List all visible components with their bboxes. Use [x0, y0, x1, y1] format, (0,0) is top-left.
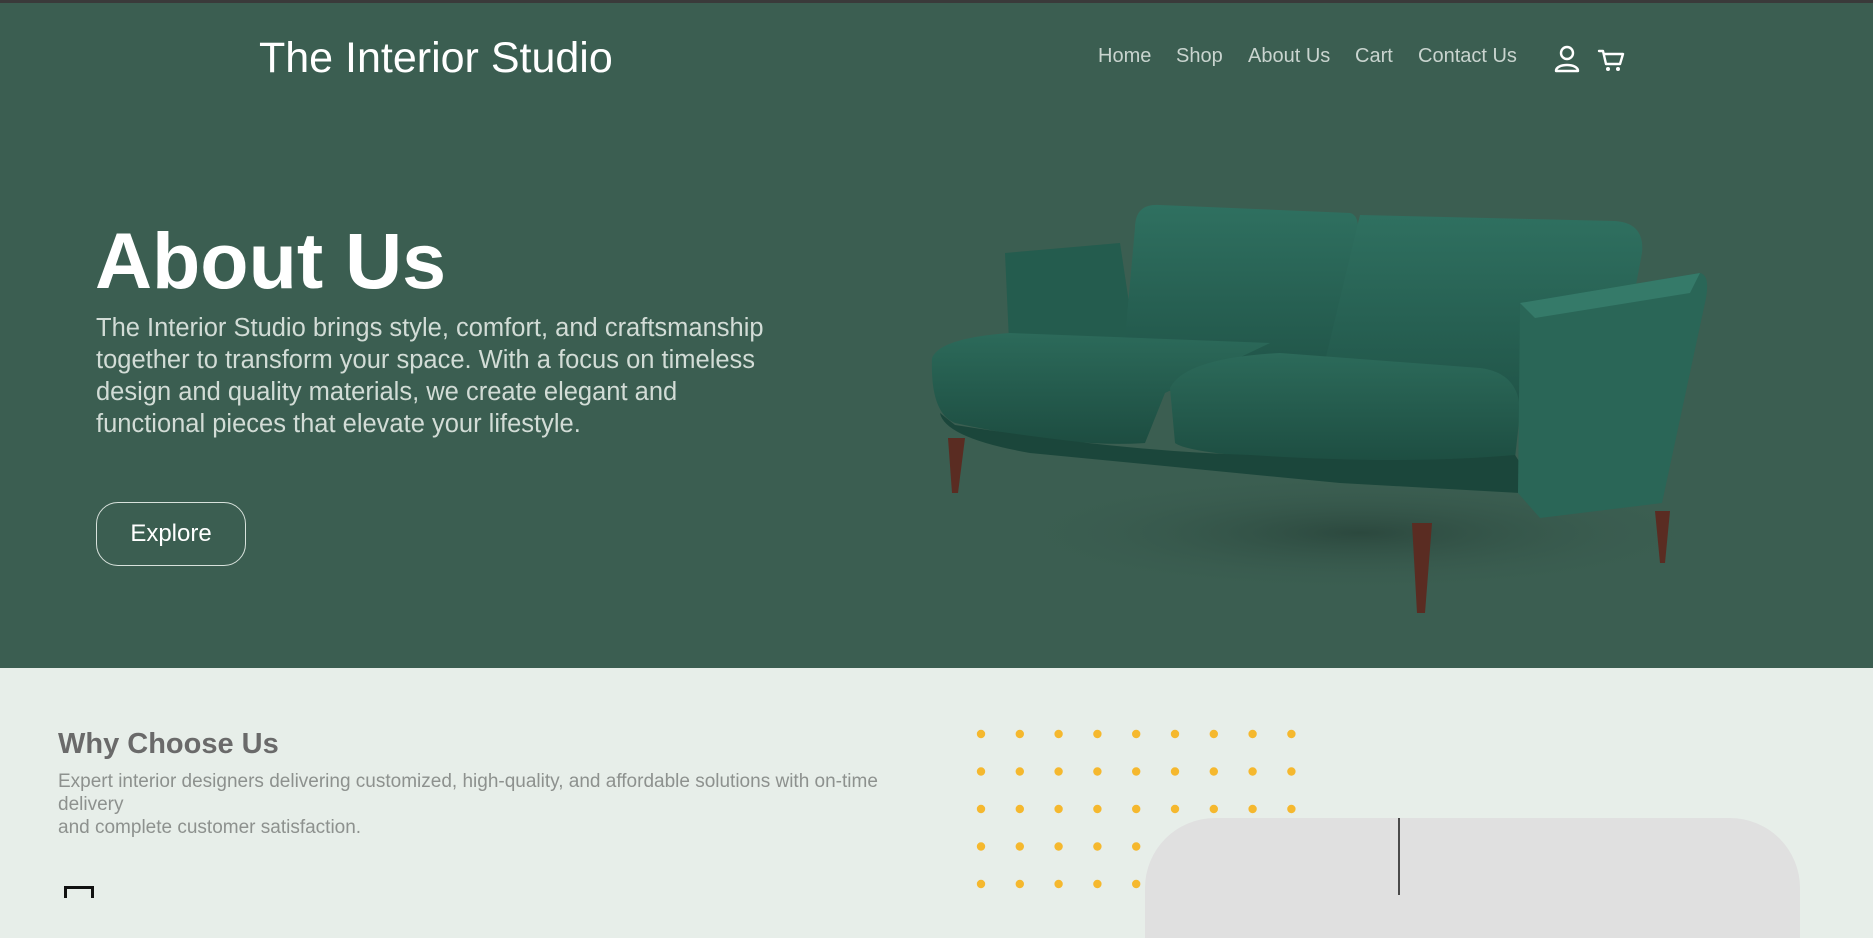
image-card-divider — [1398, 818, 1400, 895]
decorative-dot — [1287, 729, 1296, 739]
decorative-dot — [1170, 767, 1180, 776]
image-card — [1145, 818, 1800, 938]
decorative-dot — [1015, 879, 1024, 889]
decorative-dot — [1132, 804, 1141, 814]
decorative-dot — [1093, 879, 1102, 889]
nav-contact-us[interactable]: Contact Us — [1418, 45, 1517, 68]
decorative-dot — [1054, 729, 1063, 739]
decorative-dot — [976, 729, 986, 739]
nav-about-us[interactable]: About Us — [1248, 45, 1330, 68]
decorative-dot — [1132, 767, 1141, 776]
decorative-dot — [1209, 729, 1218, 739]
decorative-dot — [1015, 729, 1024, 739]
decorative-dot — [1287, 767, 1296, 776]
decorative-dot — [1170, 729, 1180, 739]
decorative-dot — [1248, 767, 1257, 776]
decorative-dot — [976, 767, 986, 776]
explore-button[interactable]: Explore — [96, 502, 246, 566]
decorative-dot — [1287, 804, 1296, 814]
decorative-dot — [1054, 842, 1063, 851]
nav-home[interactable]: Home — [1098, 45, 1151, 68]
decorative-dot — [1248, 804, 1257, 814]
feature-icon — [64, 886, 94, 898]
decorative-dot — [1093, 729, 1102, 739]
decorative-dot — [1209, 767, 1218, 776]
cart-icon[interactable] — [1597, 43, 1625, 75]
decorative-dot — [976, 879, 986, 889]
why-choose-us-description: Expert interior designers delivering cus… — [58, 770, 898, 839]
decorative-dot — [1170, 804, 1180, 814]
why-text-line-2: and complete customer satisfaction. — [58, 817, 362, 838]
hero-section: The Interior Studio Home Shop About Us C… — [0, 3, 1873, 668]
decorative-dot — [1209, 804, 1218, 814]
decorative-dot — [1054, 804, 1063, 814]
decorative-dot — [1015, 804, 1024, 814]
nav-shop[interactable]: Shop — [1176, 45, 1223, 68]
user-icon[interactable] — [1553, 43, 1581, 75]
brand-logo[interactable]: The Interior Studio — [259, 34, 613, 83]
decorative-dot — [1054, 879, 1063, 889]
decorative-dot — [1132, 729, 1141, 739]
sofa-image — [931, 204, 1710, 613]
sofa-leg-front-left — [948, 438, 965, 493]
why-choose-us-title: Why Choose Us — [58, 728, 279, 760]
decorative-dot — [1248, 729, 1257, 739]
decorative-dot — [1132, 879, 1141, 889]
decorative-dot — [1093, 804, 1102, 814]
why-text-line-1: Expert interior designers delivering cus… — [58, 771, 878, 815]
nav-cart[interactable]: Cart — [1355, 45, 1393, 68]
decorative-dot — [1015, 767, 1024, 776]
decorative-dot — [1015, 842, 1024, 851]
decorative-dot — [1132, 842, 1141, 851]
decorative-dot — [1093, 767, 1102, 776]
decorative-dot — [1093, 842, 1102, 851]
hero-description: The Interior Studio brings style, comfor… — [96, 314, 764, 438]
decorative-dot — [976, 842, 986, 851]
sofa-seat-cushion-right — [1170, 353, 1520, 465]
decorative-dot — [976, 804, 986, 814]
decorative-dot — [1054, 767, 1063, 776]
page-title: About Us — [95, 216, 447, 305]
